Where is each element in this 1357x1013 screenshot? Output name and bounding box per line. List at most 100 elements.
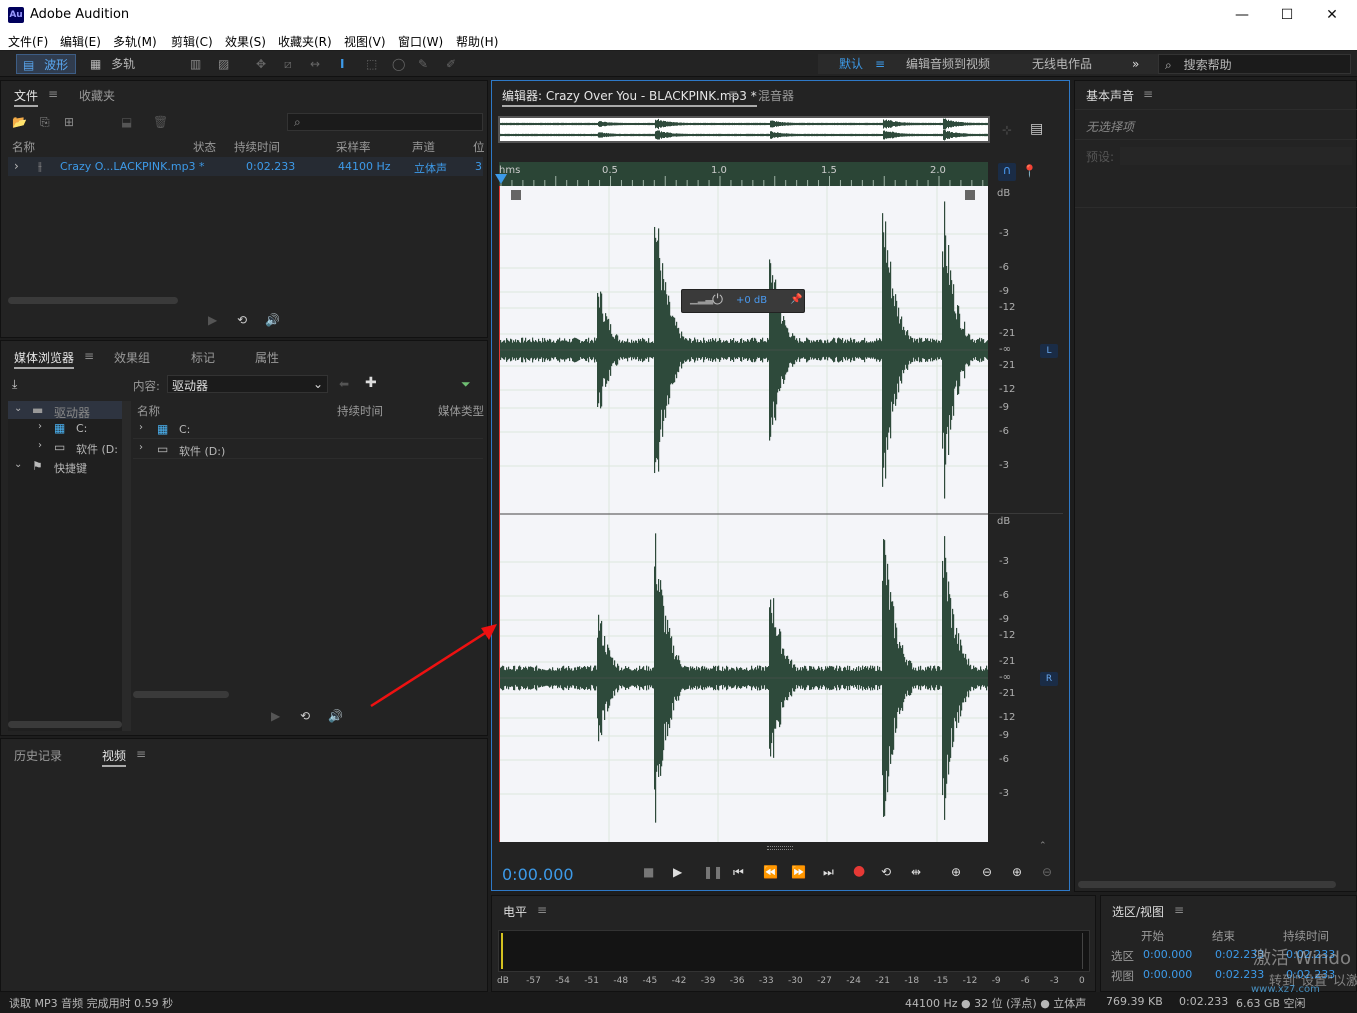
content-select[interactable]: 驱动器 ⌄ xyxy=(167,375,328,393)
tab-history[interactable]: 历史记录 xyxy=(14,747,62,764)
menu-edit[interactable]: 编辑(E) xyxy=(60,33,101,50)
delete-icon[interactable]: 🗑 xyxy=(153,115,168,129)
tab-properties[interactable]: 属性 xyxy=(255,349,279,366)
panel-menu-icon[interactable]: ≡ xyxy=(1143,87,1153,101)
horizontal-scrollbar[interactable] xyxy=(1078,881,1336,888)
help-search-input[interactable]: ⌕ 搜索帮助 xyxy=(1158,54,1351,74)
list-item[interactable]: › ▭ 软件 (D:) xyxy=(133,440,483,459)
import-icon[interactable]: ⎘ xyxy=(40,115,50,130)
expand-icon[interactable]: › xyxy=(38,421,42,432)
time-display[interactable]: 0:00.000 xyxy=(502,865,574,884)
tree-drive-d[interactable]: 软件 (D: xyxy=(76,441,118,457)
tab-video[interactable]: 视频 xyxy=(102,747,127,767)
add-shortcut-icon[interactable]: ✚ xyxy=(365,375,377,391)
panel-menu-icon[interactable]: ≡ xyxy=(728,87,738,101)
new-file-icon[interactable]: ⊞ xyxy=(64,115,74,129)
view-start[interactable]: 0:00.000 xyxy=(1143,968,1192,981)
col-duration[interactable]: 持续时间 xyxy=(234,139,280,155)
insert-icon[interactable]: ⬓ xyxy=(121,115,132,129)
skip-to-start-icon[interactable]: ⏮ xyxy=(733,865,744,880)
play-icon[interactable]: ▶ xyxy=(271,709,280,723)
horizontal-scrollbar[interactable] xyxy=(8,297,178,304)
col-name[interactable]: 名称 xyxy=(12,139,35,155)
channel-left-badge[interactable]: L xyxy=(1040,344,1058,358)
waveform-view-button[interactable]: ▤ 波形 xyxy=(16,54,76,74)
col-duration[interactable]: 持续时间 xyxy=(337,403,383,419)
chevron-down-icon[interactable]: ⌄ xyxy=(14,459,22,470)
col-status[interactable]: 状态 xyxy=(193,139,216,155)
zoom-out-amplitude-icon[interactable]: ⊖ xyxy=(982,865,992,879)
gain-value[interactable]: +0 dB xyxy=(736,295,767,306)
record-icon[interactable]: ● xyxy=(853,863,865,879)
tab-markers[interactable]: 标记 xyxy=(191,349,215,366)
tab-files[interactable]: 文件 xyxy=(14,87,39,107)
maximize-button[interactable]: ☐ xyxy=(1267,4,1307,26)
multitrack-view-button[interactable]: ▦ 多轨 xyxy=(86,54,144,74)
fade-out-handle[interactable] xyxy=(965,190,975,200)
waveform-display[interactable]: ▁▂▃ ⏻ +0 dB 📌 xyxy=(370,186,989,842)
files-search-input[interactable]: ⌕ xyxy=(287,113,483,131)
razor-tool-icon[interactable]: ⧄ xyxy=(284,54,292,74)
tree-drive-c[interactable]: C: xyxy=(76,422,87,435)
list-item[interactable]: › ▦ C: xyxy=(133,420,483,439)
menu-file[interactable]: 文件(F) xyxy=(8,33,48,50)
spectral-display-icon[interactable]: ▥ xyxy=(190,54,201,74)
spot-healing-tool-icon[interactable]: ✐ xyxy=(446,54,456,74)
minimize-button[interactable]: — xyxy=(1222,4,1262,26)
open-file-icon[interactable]: 📂 xyxy=(12,115,27,129)
channel-right-badge[interactable]: R xyxy=(1040,672,1058,686)
horizontal-scrollbar[interactable] xyxy=(133,691,229,698)
col-sample-rate[interactable]: 采样率 xyxy=(336,139,371,155)
col-media-type[interactable]: 媒体类型 xyxy=(438,403,484,419)
workspace-menu-icon[interactable]: ≡ xyxy=(875,54,885,74)
pin-icon[interactable]: 📌 xyxy=(790,294,802,305)
file-row[interactable]: › ⫲ Crazy O...LACKPINK.mp3 * 0:02.233 44… xyxy=(8,157,483,176)
pause-icon[interactable]: ❚❚ xyxy=(703,865,723,879)
fade-in-handle[interactable] xyxy=(511,190,521,200)
selection-view-title[interactable]: 选区/视图 xyxy=(1112,903,1164,920)
preset-select[interactable] xyxy=(1120,147,1352,165)
timeline-ruler[interactable]: hms 0.5 1.0 1.5 2.0 xyxy=(495,162,988,186)
panel-menu-icon[interactable]: ≡ xyxy=(48,87,58,101)
expand-icon[interactable]: › xyxy=(14,159,19,173)
zoom-navigator-icon[interactable]: ⊹ xyxy=(1002,123,1012,137)
loop-icon[interactable]: ⟲ xyxy=(237,313,247,327)
play-icon[interactable]: ▶ xyxy=(673,865,682,879)
more-workspaces-icon[interactable]: » xyxy=(1132,54,1139,74)
stop-icon[interactable]: ■ xyxy=(643,865,654,879)
brush-tool-icon[interactable]: ✎ xyxy=(418,54,428,74)
hud-gain-control[interactable]: ▁▂▃ ⏻ +0 dB 📌 xyxy=(681,289,805,313)
chevron-down-icon[interactable]: ⌄ xyxy=(14,403,22,414)
panel-menu-icon[interactable]: ≡ xyxy=(136,747,146,761)
tab-media-browser[interactable]: 媒体浏览器 xyxy=(14,349,75,369)
gain-knob-icon[interactable]: ⏻ xyxy=(712,292,723,308)
move-tool-icon[interactable]: ✥ xyxy=(256,54,266,74)
play-icon[interactable]: ▶ xyxy=(208,313,217,327)
time-selection-tool-icon[interactable]: I xyxy=(340,54,344,74)
loop-icon[interactable]: ⟲ xyxy=(881,865,891,879)
splitter[interactable] xyxy=(122,401,131,731)
pitch-display-icon[interactable]: ▨ xyxy=(218,54,229,74)
panel-menu-icon[interactable]: ≡ xyxy=(84,349,94,363)
selection-start[interactable]: 0:00.000 xyxy=(1143,948,1192,961)
workspace-edit-video[interactable]: 编辑音频到视频 xyxy=(906,54,990,74)
marquee-tool-icon[interactable]: ⬚ xyxy=(366,54,377,74)
tab-effects-rack[interactable]: 效果组 xyxy=(114,349,150,366)
level-title[interactable]: 电平 xyxy=(503,903,527,920)
menu-help[interactable]: 帮助(H) xyxy=(456,33,498,50)
zoom-out-full-icon[interactable]: ⊖ xyxy=(1042,865,1052,879)
vertical-scroll-area[interactable]: ⌃ xyxy=(499,841,1062,853)
playhead-marker[interactable] xyxy=(495,174,507,184)
fast-forward-icon[interactable]: ⏩ xyxy=(791,865,806,879)
workspace-radio[interactable]: 无线电作品 xyxy=(1032,54,1092,74)
panel-menu-icon[interactable]: ≡ xyxy=(537,903,547,917)
expand-icon[interactable]: › xyxy=(38,440,42,451)
tab-favorites[interactable]: 收藏夹 xyxy=(79,87,115,104)
menu-favorites[interactable]: 收藏夹(R) xyxy=(278,33,332,50)
horizontal-scrollbar[interactable] xyxy=(8,721,122,728)
slip-tool-icon[interactable]: ↔ xyxy=(310,54,320,74)
tab-mixer[interactable]: 混音器 xyxy=(758,87,794,104)
skip-to-end-icon[interactable]: ⏭ xyxy=(823,865,834,880)
menu-window[interactable]: 窗口(W) xyxy=(398,33,443,50)
download-icon[interactable]: ⤓ xyxy=(12,377,17,392)
